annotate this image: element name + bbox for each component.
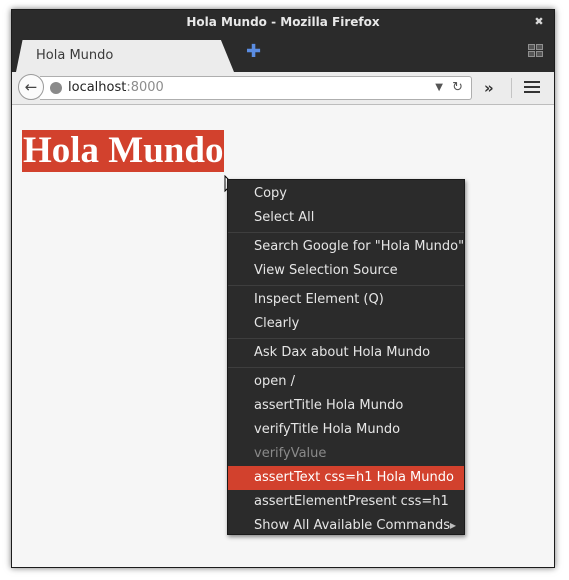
menu-item-clearly[interactable]: Clearly	[228, 312, 464, 336]
url-history-dropdown-icon[interactable]: ▼	[435, 77, 443, 99]
url-port: :8000	[126, 80, 164, 95]
tab-groups-icon[interactable]	[528, 44, 544, 58]
menu-item-search-google[interactable]: Search Google for "Hola Mundo"	[228, 235, 464, 259]
menu-item-assert-title[interactable]: assertTitle Hola Mundo	[228, 394, 464, 418]
context-menu: Copy Select All Search Google for "Hola …	[227, 179, 465, 535]
reload-icon[interactable]: ↻	[452, 77, 463, 99]
url-text[interactable]: localhost:8000	[68, 77, 164, 99]
tab-strip: Hola Mundo ✚	[12, 34, 554, 72]
title-bar: Hola Mundo - Mozilla Firefox ✖	[12, 10, 554, 34]
menu-item-inspect-element[interactable]: Inspect Element (Q)	[228, 288, 464, 312]
menu-item-ask-dax[interactable]: Ask Dax about Hola Mundo	[228, 341, 464, 365]
menu-item-verify-title[interactable]: verifyTitle Hola Mundo	[228, 418, 464, 442]
menu-item-assert-text[interactable]: assertText css=h1 Hola Mundo	[228, 466, 464, 490]
menu-item-show-all-commands[interactable]: Show All Available Commands ▶	[228, 514, 464, 538]
submenu-arrow-icon: ▶	[449, 521, 456, 530]
toolbar-overflow-icon[interactable]: »	[484, 72, 494, 104]
navigation-bar: localhost:8000 ▼ ↻ ← »	[12, 72, 554, 105]
browser-window: Hola Mundo - Mozilla Firefox ✖ Hola Mund…	[11, 9, 555, 568]
menu-item-view-selection-source[interactable]: View Selection Source	[228, 259, 464, 283]
menu-item-select-all[interactable]: Select All	[228, 206, 464, 230]
back-arrow-icon: ←	[24, 78, 38, 96]
menu-item-label: Show All Available Commands	[254, 518, 451, 533]
url-host: localhost	[68, 80, 127, 95]
url-bar[interactable]: localhost:8000 ▼ ↻	[40, 76, 472, 100]
new-tab-icon[interactable]: ✚	[246, 43, 262, 61]
tab-label: Hola Mundo	[36, 48, 114, 63]
close-window-icon[interactable]: ✖	[531, 10, 547, 34]
tab-hola-mundo[interactable]: Hola Mundo	[16, 40, 234, 72]
page-heading[interactable]: Hola Mundo	[22, 130, 225, 172]
window-title: Hola Mundo - Mozilla Firefox	[186, 15, 380, 29]
menu-item-assert-element-present[interactable]: assertElementPresent css=h1	[228, 490, 464, 514]
menu-item-verify-value: verifyValue	[254, 446, 327, 461]
globe-icon	[50, 82, 62, 94]
hamburger-menu-icon[interactable]	[524, 81, 540, 95]
menu-item-open[interactable]: open /	[228, 370, 464, 394]
menu-item-copy[interactable]: Copy	[228, 182, 464, 206]
back-button[interactable]: ←	[18, 74, 44, 100]
page-content: Hola Mundo Copy Select All Search Google…	[12, 105, 554, 567]
toolbar-divider	[511, 78, 512, 98]
